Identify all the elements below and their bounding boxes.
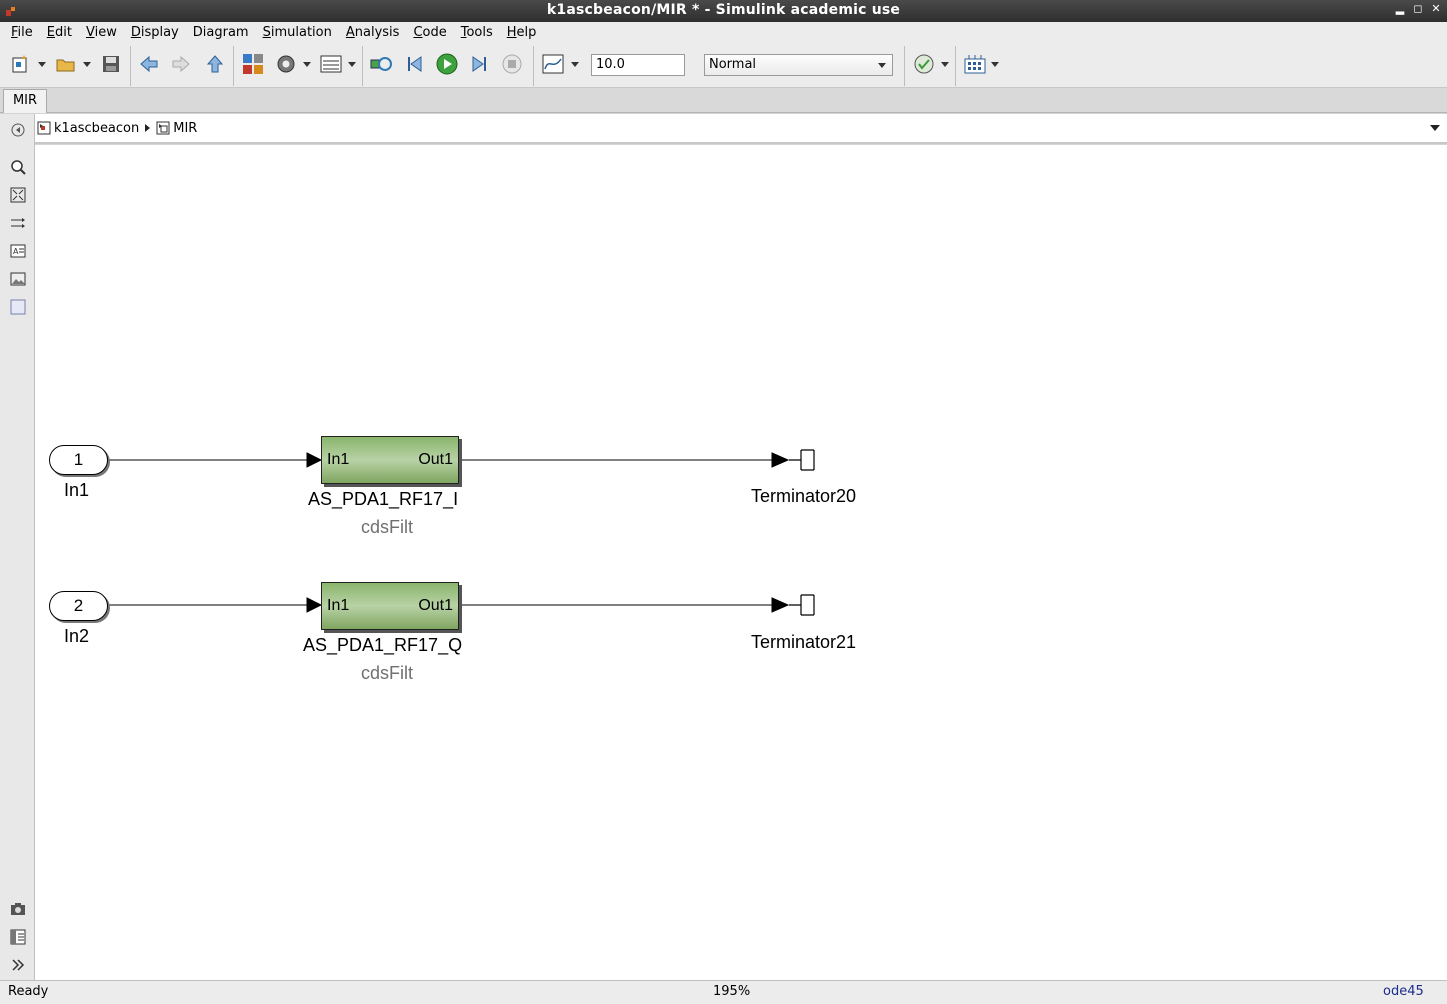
chevron-down-icon[interactable] — [83, 62, 91, 67]
screenshot-icon[interactable] — [9, 900, 27, 918]
menu-bar: File Edit View Display Diagram Simulation Anal… — [0, 22, 1447, 42]
menu-analysis[interactable]: Analysis — [339, 25, 407, 40]
step-back-icon[interactable] — [403, 52, 427, 76]
chevron-down-icon[interactable] — [1430, 125, 1440, 131]
menu-display[interactable]: Display — [124, 25, 186, 40]
inport-name: In1 — [64, 480, 90, 500]
chevron-down-icon[interactable] — [38, 62, 46, 67]
new-model-icon[interactable] — [9, 52, 33, 76]
library-browser-icon[interactable] — [240, 52, 266, 76]
model-config-icon[interactable] — [274, 52, 298, 76]
scope-icon[interactable] — [540, 52, 566, 76]
inport-block[interactable]: 2 — [49, 591, 108, 621]
expand-icon[interactable] — [9, 956, 27, 974]
tab-mir[interactable]: MIR — [3, 89, 47, 113]
window-title: k1ascbeacon/MIR * - Simulink academic us… — [546, 2, 901, 18]
menu-tools[interactable]: Tools — [454, 25, 500, 40]
signal-lines — [108, 449, 815, 616]
model-explorer-icon[interactable] — [318, 52, 344, 76]
minimize-icon[interactable]: ▂ — [1395, 2, 1405, 15]
update-diagram-icon[interactable] — [368, 52, 394, 76]
terminator-icon — [789, 594, 815, 616]
annotation-icon[interactable]: A — [9, 242, 27, 260]
breadcrumb: k1ascbeacon MIR — [35, 114, 1447, 144]
terminator-name: Terminator21 — [751, 632, 857, 652]
diagram-canvas[interactable]: 1 In1 2 In2 In1 Out1 AS_PDA1_RF17_I cdsF… — [35, 145, 1447, 980]
breadcrumb-item-subsystem[interactable]: MIR — [173, 121, 197, 136]
breadcrumb-separator-icon — [145, 124, 151, 132]
maximize-icon[interactable]: ◻ — [1413, 2, 1423, 15]
signal-arrowhead — [771, 597, 790, 613]
image-icon[interactable] — [9, 270, 27, 288]
signal-arrowhead — [306, 452, 323, 468]
chevron-down-icon[interactable] — [941, 62, 949, 67]
menu-help[interactable]: Help — [500, 25, 544, 40]
subsystem-out-port: Out1 — [418, 451, 453, 468]
inport-name: In2 — [64, 626, 90, 646]
subsystem-icon — [156, 121, 170, 135]
simulation-mode-value: Normal — [709, 57, 757, 72]
signal-arrowhead — [306, 597, 323, 613]
stop-time-input[interactable]: 10.0 — [591, 54, 685, 76]
subsystem-tag: cdsFilt — [361, 517, 414, 537]
tab-strip — [0, 88, 1447, 113]
signal-arrowhead — [771, 452, 790, 468]
zoom-level: 195% — [713, 984, 751, 999]
subsystem-in-port: In1 — [327, 597, 350, 614]
menu-simulation[interactable]: Simulation — [256, 25, 339, 40]
title-bar: k1ascbeacon/MIR * - Simulink academic us… — [0, 0, 1447, 22]
back-icon[interactable] — [137, 52, 161, 76]
terminator-icon — [789, 449, 815, 471]
subsystem-in-port: In1 — [327, 451, 350, 468]
status-text: Ready — [8, 984, 49, 999]
menu-view[interactable]: View — [79, 25, 124, 40]
arrow-lines-icon[interactable] — [9, 214, 27, 232]
subsystem-block[interactable]: In1 Out1 — [321, 436, 459, 484]
subsystem-block[interactable]: In1 Out1 — [321, 582, 459, 630]
zoom-icon[interactable] — [9, 158, 27, 176]
chevron-down-icon — [878, 63, 886, 68]
menu-code[interactable]: Code — [406, 25, 453, 40]
build-icon[interactable] — [962, 52, 988, 76]
subsystem-name: AS_PDA1_RF17_I — [308, 489, 459, 509]
simulation-mode-select[interactable]: Normal — [704, 54, 893, 76]
fit-view-icon[interactable] — [9, 186, 27, 204]
terminator-name: Terminator20 — [751, 486, 857, 506]
chevron-down-icon[interactable] — [991, 62, 999, 67]
chevron-down-icon[interactable] — [571, 62, 579, 67]
save-icon[interactable] — [99, 52, 123, 76]
menu-file[interactable]: File — [4, 25, 40, 40]
hide-explorer-icon[interactable] — [9, 121, 27, 139]
solver-link[interactable]: ode45 — [1383, 984, 1424, 999]
step-forward-icon[interactable] — [467, 52, 491, 76]
subsystem-out-port: Out1 — [418, 597, 453, 614]
inport-block[interactable]: 1 — [49, 445, 108, 475]
close-icon[interactable]: ✕ — [1431, 2, 1441, 15]
subsystem-name: AS_PDA1_RF17_Q — [303, 635, 463, 655]
model-icon — [37, 121, 51, 135]
model-browser-icon[interactable] — [9, 928, 27, 946]
status-bar: Ready 195% ode45 — [0, 980, 1447, 1004]
menu-diagram[interactable]: Diagram — [186, 25, 256, 40]
model-advisor-icon[interactable] — [912, 52, 936, 76]
subsystem-tag: cdsFilt — [361, 663, 414, 683]
chevron-down-icon[interactable] — [348, 62, 356, 67]
area-icon[interactable] — [9, 298, 27, 316]
svg-text:A: A — [13, 247, 19, 256]
menu-edit[interactable]: Edit — [40, 25, 79, 40]
forward-icon[interactable] — [169, 52, 193, 76]
chevron-down-icon[interactable] — [303, 62, 311, 67]
palette: A — [0, 114, 35, 980]
open-icon[interactable] — [54, 52, 78, 76]
up-icon[interactable] — [203, 52, 227, 76]
breadcrumb-item-model[interactable]: k1ascbeacon — [54, 121, 139, 136]
run-icon[interactable] — [434, 52, 460, 76]
stop-icon[interactable] — [500, 52, 524, 76]
